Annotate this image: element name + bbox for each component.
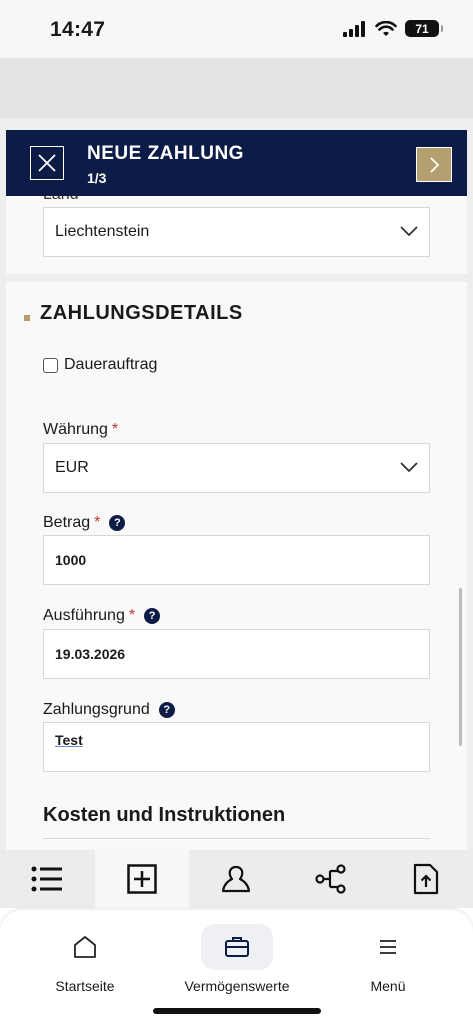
amount-input[interactable]: 1000 [43,535,430,585]
menu-icon [380,940,396,954]
toolbar-contacts-button[interactable] [189,850,284,908]
close-button[interactable] [30,146,64,180]
toolbar-list-button[interactable] [0,850,95,908]
chevron-right-icon [430,156,440,173]
toolbar-upload-button[interactable] [378,850,473,908]
currency-value: EUR [55,459,89,476]
required-mark: * [94,514,101,531]
chevron-down-icon [400,462,418,473]
next-button[interactable] [416,147,452,182]
required-mark: * [111,421,119,438]
nav-label-assets: Vermögenswerte [184,978,290,994]
nav-label-home: Startseite [55,978,115,994]
amount-label: Betrag * ? [43,514,126,532]
execution-date-input[interactable]: 19.03.2026 [43,629,430,679]
standing-order-checkbox[interactable] [43,357,58,373]
wifi-icon [375,20,397,36]
nav-item-menu[interactable]: Menü [309,924,467,994]
share-nodes-icon [315,864,346,894]
payment-reason-value: Test [55,732,83,748]
cellular-signal-icon [343,20,365,37]
contact-icon [222,865,251,893]
nav-item-assets[interactable]: Vermögenswerte [158,924,316,994]
payment-reason-textarea[interactable]: Test [43,722,430,772]
add-square-icon [127,864,157,894]
home-icon [74,936,96,958]
execution-label: Ausführung * ? [43,607,161,625]
nav-icon-container [49,924,121,970]
execution-date-value: 19.03.2026 [55,646,126,662]
home-indicator [153,1008,321,1014]
briefcase-icon [225,937,249,957]
battery-icon: 71 [405,20,443,37]
scrollbar[interactable] [459,588,462,746]
payment-header: NEUE ZAHLUNG 1/3 [6,130,467,196]
list-icon [31,866,63,892]
nav-label-menu: Menü [370,978,406,994]
nav-icon-container [201,924,273,970]
form-content[interactable]: Land Liechtenstein NEUE ZAHLUNG 1/3 ZAHL… [0,118,473,850]
section-marker [24,315,30,321]
section-title: ZAHLUNGSDETAILS [40,302,243,324]
help-icon[interactable]: ? [158,702,175,718]
nav-item-home[interactable]: Startseite [6,924,164,994]
country-select[interactable]: Liechtenstein [43,207,430,257]
costs-section-title: Kosten und Instruktionen [43,804,286,826]
action-toolbar [0,850,473,908]
status-icons: 71 [343,20,443,37]
close-icon [38,154,56,172]
header-step: 1/3 [87,170,107,186]
bottom-navigation: Startseite Vermögenswerte Menü [0,910,473,1024]
toolbar-share-button[interactable] [284,850,379,908]
currency-label: Währung * [43,421,119,438]
chevron-down-icon [400,226,418,237]
header-title: NEUE ZAHLUNG [87,143,244,164]
divider [43,838,430,839]
help-icon[interactable]: ? [144,608,161,624]
standing-order-label: Dauerauftrag [64,356,158,373]
amount-value: 1000 [55,552,87,568]
help-icon[interactable]: ? [109,515,126,531]
nav-icon-container [352,924,424,970]
reason-label: Zahlungsgrund ? [43,701,175,719]
currency-select[interactable]: EUR [43,443,430,493]
status-time: 14:47 [50,18,106,41]
app-top-band [0,58,473,118]
upload-file-icon [413,863,438,895]
standing-order-row[interactable]: Dauerauftrag [43,356,157,374]
toolbar-new-payment-button[interactable] [94,850,190,908]
status-bar: 14:47 71 [0,0,473,58]
country-value: Liechtenstein [55,223,150,240]
required-mark: * [128,607,136,624]
